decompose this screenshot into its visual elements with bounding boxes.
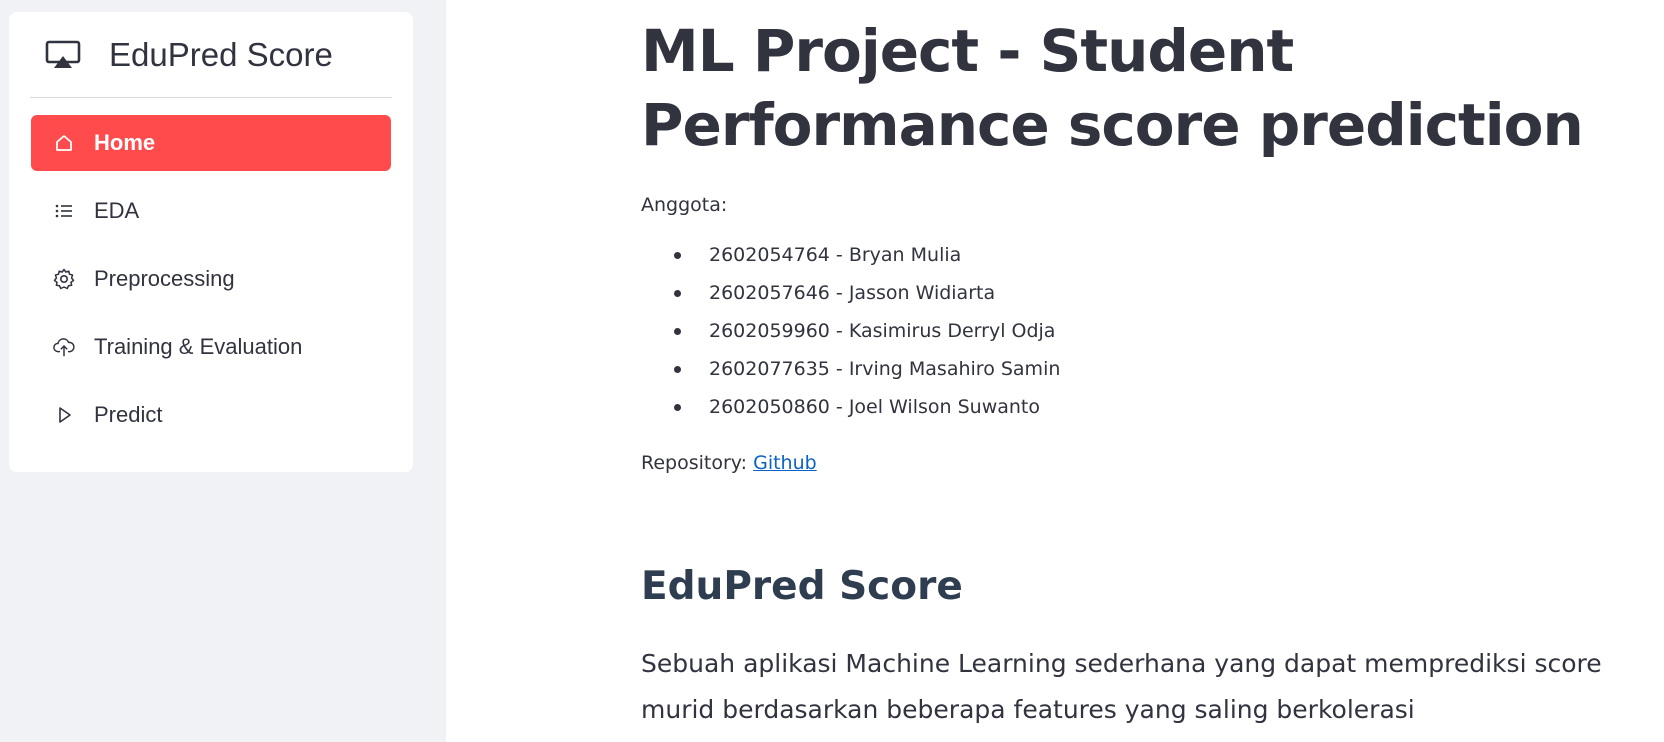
- list-item: 2602050860 - Joel Wilson Suwanto: [641, 394, 1641, 432]
- repository-line: Repository: Github: [641, 452, 1641, 474]
- bullet: [674, 366, 681, 373]
- app-root: EduPred Score Home EDA Preprocessing Tra…: [0, 0, 1664, 742]
- bullet: [674, 252, 681, 259]
- airplay-icon: [45, 38, 85, 72]
- bullet: [674, 404, 681, 411]
- members-list: 2602054764 - Bryan Mulia 2602057646 - Ja…: [641, 242, 1641, 432]
- nav-menu: EduPred Score Home EDA Preprocessing Tra…: [9, 12, 413, 472]
- sidebar-item-home[interactable]: Home: [31, 115, 391, 171]
- sidebar-item-label: Preprocessing: [94, 266, 235, 291]
- section-title: EduPred Score: [641, 564, 963, 609]
- bullet: [674, 290, 681, 297]
- member-text: 2602077635 - Irving Masahiro Samin: [709, 358, 1061, 380]
- list-item: 2602059960 - Kasimirus Derryl Odja: [641, 318, 1641, 356]
- list-item: 2602077635 - Irving Masahiro Samin: [641, 356, 1641, 394]
- content-column: ML Project - Student Performance score p…: [641, 0, 1641, 742]
- sidebar: EduPred Score Home EDA Preprocessing Tra…: [0, 0, 446, 742]
- member-text: 2602057646 - Jasson Widiarta: [709, 282, 996, 304]
- section-description: Sebuah aplikasi Machine Learning sederha…: [641, 649, 1602, 725]
- brand-header: EduPred Score: [30, 12, 392, 98]
- repository-label: Repository:: [641, 452, 754, 474]
- sidebar-item-training-evaluation[interactable]: Training & Evaluation: [31, 319, 391, 375]
- github-link[interactable]: Github: [753, 452, 817, 474]
- main-content: ML Project - Student Performance score p…: [446, 0, 1664, 742]
- sidebar-item-label: EDA: [94, 198, 140, 223]
- nav-list: Home EDA Preprocessing Training & Evalua…: [31, 115, 391, 455]
- sidebar-item-predict[interactable]: Predict: [31, 387, 391, 443]
- page-title: ML Project - Student Performance score p…: [641, 17, 1584, 159]
- sidebar-item-label: Predict: [94, 402, 163, 427]
- sidebar-item-eda[interactable]: EDA: [31, 183, 391, 239]
- member-text: 2602059960 - Kasimirus Derryl Odja: [709, 320, 1056, 342]
- members-label: Anggota:: [641, 194, 728, 216]
- member-text: 2602054764 - Bryan Mulia: [709, 244, 962, 266]
- cloud-upload-icon: [53, 336, 75, 358]
- member-text: 2602050860 - Joel Wilson Suwanto: [709, 396, 1040, 418]
- list-item: 2602057646 - Jasson Widiarta: [641, 280, 1641, 318]
- brand-title: EduPred Score: [109, 35, 333, 73]
- sidebar-item-label: Training & Evaluation: [94, 334, 303, 359]
- sidebar-item-preprocessing[interactable]: Preprocessing: [31, 251, 391, 307]
- gear-icon: [53, 268, 75, 290]
- bullet: [674, 328, 681, 335]
- play-icon: [53, 404, 75, 426]
- sidebar-item-label: Home: [94, 130, 156, 155]
- home-icon: [53, 132, 75, 154]
- list-item: 2602054764 - Bryan Mulia: [641, 242, 1641, 280]
- list-icon: [53, 200, 75, 222]
